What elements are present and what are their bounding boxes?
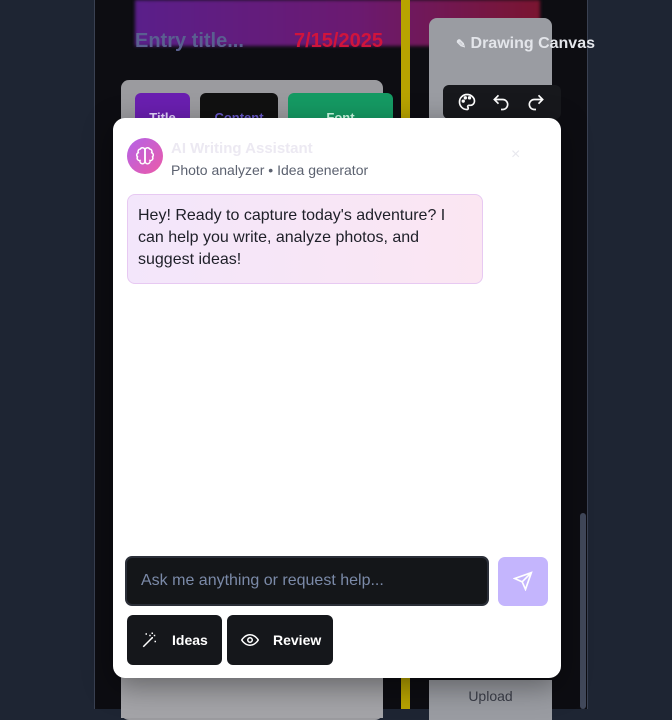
canvas-toolbar [443, 85, 561, 119]
palette-icon[interactable] [457, 92, 477, 112]
brain-icon [136, 147, 154, 165]
drawing-canvas-label: Drawing Canvas [470, 35, 595, 52]
drawing-canvas-title: ✎ Drawing Canvas [456, 32, 595, 56]
close-icon[interactable]: × [511, 146, 520, 164]
magic-wand-icon [142, 632, 156, 648]
pencil-icon: ✎ [456, 37, 467, 51]
send-icon [513, 571, 533, 591]
eye-icon [241, 633, 259, 647]
undo-icon[interactable] [491, 92, 511, 112]
review-button[interactable]: Review [227, 615, 333, 665]
editor-panel-footer [121, 678, 383, 718]
review-label: Review [273, 632, 322, 648]
upload-label: Upload [468, 688, 513, 704]
entry-title-input[interactable]: Entry title... [135, 30, 244, 53]
send-button[interactable] [498, 557, 548, 606]
entry-date[interactable]: 7/15/2025 [294, 30, 383, 53]
ideas-button[interactable]: Ideas [127, 615, 222, 665]
assistant-subtitle: Photo analyzer • Idea generator [171, 162, 369, 178]
ideas-label: Ideas [172, 632, 208, 648]
redo-icon[interactable] [526, 92, 546, 112]
assistant-name: AI Writing Assistant [171, 140, 313, 157]
assistant-avatar [127, 138, 163, 174]
scrollbar[interactable] [580, 513, 586, 709]
assistant-dialog: AI Writing Assistant Photo analyzer • Id… [113, 118, 561, 678]
chat-input[interactable] [125, 556, 489, 606]
assistant-message: Hey! Ready to capture today's adventure?… [127, 194, 483, 284]
